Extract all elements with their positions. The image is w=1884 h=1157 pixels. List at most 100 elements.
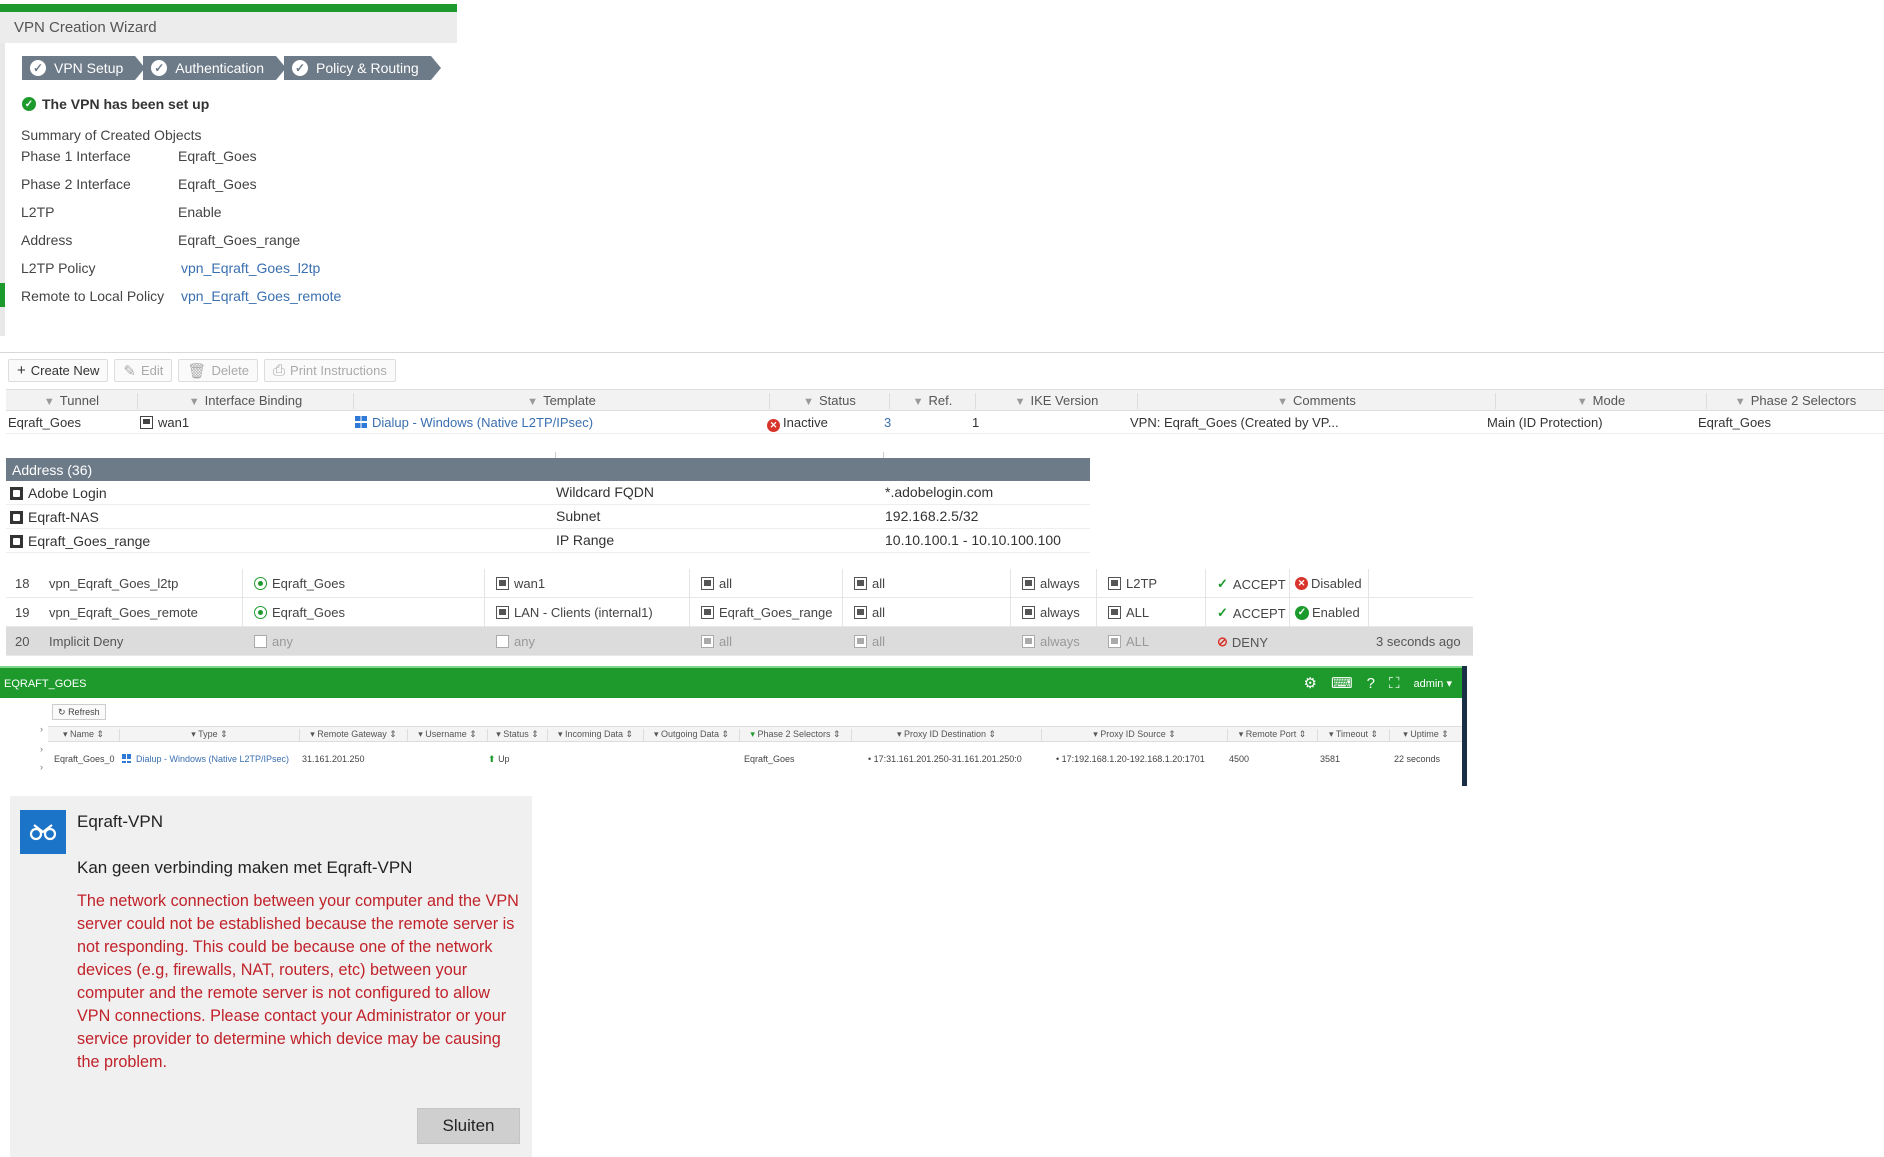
filter-icon: ▼ (43, 396, 55, 408)
address-row[interactable]: Adobe Login Wildcard FQDN *.adobelogin.c… (6, 481, 1090, 505)
address-type: Wildcard FQDN (556, 484, 655, 500)
wizard-left-highlight (0, 283, 5, 307)
mcol-remote-gateway[interactable]: ▾ Remote Gateway ⇕ (300, 729, 408, 741)
check-icon: ✓ (292, 60, 308, 76)
deny-icon: ⊘ (1217, 634, 1228, 649)
col-tunnel[interactable]: ▼ Tunnel (6, 393, 138, 409)
col-ike-version[interactable]: ▼ IKE Version (976, 393, 1138, 409)
col-status[interactable]: ▼ Status (770, 393, 890, 409)
cell-text: ALL (1126, 634, 1150, 649)
cell-text: Eqraft_Goes (272, 576, 345, 591)
mcol-type[interactable]: ▾ Type ⇕ (120, 729, 300, 741)
policy-schedule: always (1022, 605, 1080, 620)
col-template[interactable]: ▼ Template (354, 393, 770, 409)
print-instructions-button[interactable]: ⎙ Print Instructions (264, 359, 396, 382)
m-uptime: 22 seconds (1394, 754, 1441, 764)
tunnel-row[interactable]: Eqraft_Goes wan1 Dialup - Windows (Nativ… (6, 412, 1884, 434)
monitor-header: EQRAFT_GOES ⚙ ⌨ ? ⛶ admin ▾ (0, 668, 1466, 698)
edit-button[interactable]: ✎ Edit (114, 359, 173, 382)
mcol-outgoing-data[interactable]: ▾ Outgoing Data ⇕ (644, 729, 740, 741)
mcol-timeout[interactable]: ▾ Timeout ⇕ (1318, 729, 1390, 741)
ref-link[interactable]: 3 (884, 415, 891, 430)
col-label: Incoming Data (564, 729, 623, 739)
col-phase2-selectors[interactable]: ▼ Phase 2 Selectors (1707, 393, 1884, 409)
template-link[interactable]: Dialup - Windows (Native L2TP/IPsec) (355, 415, 593, 430)
mcol-name[interactable]: ▾ Name ⇕ (48, 729, 120, 741)
summary-value: Eqraft_Goes_range (178, 232, 301, 248)
monitor-tunnel-row[interactable]: Eqraft_Goes_0 Dialup - Windows (Native L… (48, 752, 1462, 768)
col-comments[interactable]: ▼ Comments (1138, 393, 1496, 409)
column-divider (1289, 569, 1290, 598)
m-type[interactable]: Dialup - Windows (Native L2TP/IPsec) (122, 754, 289, 764)
printer-icon: ⎙ (273, 362, 286, 379)
m-name: Eqraft_Goes_0 (54, 754, 115, 764)
monitor-right-edge (1462, 666, 1467, 786)
service-icon (1108, 635, 1121, 648)
m-remote-port: 4500 (1229, 754, 1250, 764)
step-vpn-setup[interactable]: ✓ VPN Setup (22, 56, 146, 80)
col-label: Status (503, 729, 529, 739)
monitor-title: EQRAFT_GOES (4, 678, 87, 690)
address-type: Subnet (556, 508, 601, 524)
cell-text: any (514, 634, 535, 649)
address-value: 192.168.2.5/32 (885, 508, 979, 524)
mcol-phase2-selectors[interactable]: ▾ Phase 2 Selectors ⇕ (740, 729, 852, 741)
column-divider (484, 569, 485, 598)
mcol-username[interactable]: ▾ Username ⇕ (408, 729, 488, 741)
trash-icon: 🗑 (187, 362, 207, 380)
summary-key: Phase 2 Interface (21, 176, 131, 192)
mcol-proxy-id-destination[interactable]: ▾ Proxy ID Destination ⇕ (852, 729, 1042, 741)
col-label: Tunnel (59, 393, 100, 408)
mcol-uptime[interactable]: ▾ Uptime ⇕ (1390, 729, 1462, 741)
delete-button[interactable]: 🗑 Delete (178, 359, 259, 382)
mcol-status[interactable]: ▾ Status ⇕ (488, 729, 548, 741)
address-panel-title: Address (36) (6, 458, 1090, 481)
admin-menu[interactable]: admin ▾ (1413, 677, 1452, 690)
column-divider (1289, 598, 1290, 627)
admin-label: admin (1413, 677, 1444, 690)
step-authentication[interactable]: ✓ Authentication (143, 56, 286, 80)
mcol-remote-port[interactable]: ▾ Remote Port ⇕ (1228, 729, 1318, 741)
cell-text: all (872, 634, 886, 649)
cell-text: DENY (1231, 634, 1269, 650)
tunnel-name: Eqraft_Goes (8, 415, 81, 430)
summary-value: Eqraft_Goes (178, 176, 257, 192)
vpn-error-dialog: Eqraft-VPN Kan geen verbinding maken met… (10, 796, 532, 1157)
l2tp-policy-link[interactable]: vpn_Eqraft_Goes_l2tp (181, 260, 320, 276)
step-policy-routing[interactable]: ✓ Policy & Routing (284, 56, 441, 80)
mcol-proxy-id-source[interactable]: ▾ Proxy ID Source ⇕ (1042, 729, 1228, 741)
expand-caret-icon[interactable]: › (40, 762, 43, 772)
policy-destination: all (854, 634, 885, 649)
address-value: *.adobelogin.com (885, 484, 994, 500)
mcol-incoming-data[interactable]: ▾ Incoming Data ⇕ (548, 729, 644, 741)
col-ref[interactable]: ▼ Ref. (890, 393, 976, 409)
policy-row[interactable]: 18 vpn_Eqraft_Goes_l2tp Eqraft_Goes wan1… (6, 569, 1473, 598)
inactive-icon: ✕ (767, 419, 780, 432)
col-label: Remote Port (1245, 729, 1297, 739)
policy-row-implicit-deny[interactable]: 20 Implicit Deny any any all all always … (6, 627, 1473, 656)
expand-caret-icon[interactable]: › (40, 724, 43, 734)
column-divider (1205, 569, 1206, 598)
address-name-cell: Eqraft_Goes_range (10, 533, 150, 549)
policy-row[interactable]: 19 vpn_Eqraft_Goes_remote Eqraft_Goes LA… (6, 598, 1473, 627)
checkmark-icon: ✓ (1217, 605, 1228, 620)
address-row[interactable]: Eqraft-NAS Subnet 192.168.2.5/32 (6, 505, 1090, 529)
address-row[interactable]: Eqraft_Goes_range IP Range 10.10.100.1 -… (6, 529, 1090, 553)
refresh-button[interactable]: ↻ Refresh (52, 704, 106, 720)
remote-policy-link[interactable]: vpn_Eqraft_Goes_remote (181, 288, 341, 304)
filter-icon: ▼ (527, 396, 539, 408)
settings-icon[interactable]: ⚙ (1303, 674, 1316, 692)
help-icon[interactable]: ? (1367, 675, 1375, 692)
m-proxy-src-label: 17:192.168.1.20-192.168.1.20:1701 (1061, 754, 1205, 764)
filter-icon: ▼ (1277, 396, 1289, 408)
cell-text: always (1040, 605, 1080, 620)
vpn-connection-name: Eqraft-VPN (77, 812, 163, 831)
create-new-button[interactable]: + Create New (8, 359, 109, 382)
expand-caret-icon[interactable]: › (40, 744, 43, 754)
col-interface-binding[interactable]: ▼ Interface Binding (138, 393, 354, 409)
fullscreen-icon[interactable]: ⛶ (1389, 675, 1400, 692)
policy-schedule: always (1022, 634, 1080, 649)
col-mode[interactable]: ▼ Mode (1496, 393, 1707, 409)
close-button[interactable]: Sluiten (417, 1108, 520, 1144)
terminal-icon[interactable]: ⌨ (1331, 674, 1353, 692)
